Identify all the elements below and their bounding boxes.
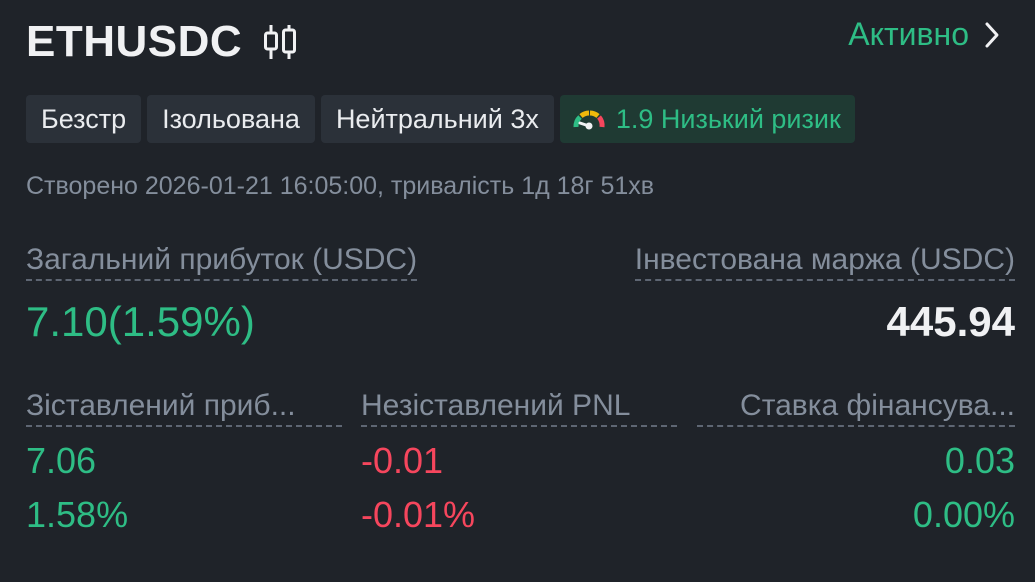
- tag-risk[interactable]: 1.9 Низький ризик: [559, 95, 855, 143]
- risk-gauge-icon: [572, 106, 606, 132]
- matched-profit-column: Зіставлений приб... 7.06 1.58%: [26, 389, 342, 536]
- total-profit-value: 7.10(1.59%): [26, 298, 255, 345]
- chevron-right-icon: [983, 20, 1001, 48]
- symbol-title: ETHUSDC: [26, 17, 243, 66]
- funding-rate-label[interactable]: Ставка фінансува...: [697, 389, 1015, 427]
- tag-isolated: Ізольована: [147, 95, 315, 143]
- risk-label: 1.9 Низький ризик: [615, 103, 841, 134]
- candlestick-icon[interactable]: [262, 22, 298, 62]
- status-link[interactable]: Активно: [848, 14, 1001, 54]
- tag-row: Безстр Ізольована Нейтральний 3x 1.9 Низ…: [26, 95, 855, 143]
- unmatched-pnl-label[interactable]: Незіставлений PNL: [361, 389, 677, 427]
- matched-profit-percent: 1.58%: [26, 494, 129, 535]
- funding-rate-percent: 0.00%: [912, 494, 1015, 535]
- matched-profit-label[interactable]: Зіставлений приб...: [26, 389, 342, 427]
- tag-perpetual: Безстр: [26, 95, 142, 143]
- title-row: ETHUSDC: [26, 14, 298, 70]
- tag-neutral-leverage: Нейтральний 3x: [320, 95, 554, 143]
- invested-margin-label[interactable]: Інвестована маржа (USDC): [634, 243, 1015, 281]
- unmatched-pnl-percent: -0.01%: [361, 494, 476, 535]
- grid-bot-card[interactable]: ETHUSDC Активно Безстр Ізольована Нейтра…: [0, 0, 1035, 582]
- status-label: Активно: [848, 15, 969, 52]
- funding-rate-column: Ставка фінансува... 0.03 0.00%: [697, 389, 1015, 536]
- unmatched-pnl-column: Незіставлений PNL -0.01 -0.01%: [361, 389, 677, 536]
- total-profit-label[interactable]: Загальний прибуток (USDC): [26, 243, 418, 281]
- matched-profit-value: 7.06: [26, 440, 97, 481]
- unmatched-pnl-value: -0.01: [361, 440, 444, 481]
- funding-rate-value: 0.03: [944, 440, 1015, 481]
- created-info: Створено 2026-01-21 16:05:00, тривалість…: [26, 172, 655, 200]
- invested-margin-value: 445.94: [886, 298, 1015, 345]
